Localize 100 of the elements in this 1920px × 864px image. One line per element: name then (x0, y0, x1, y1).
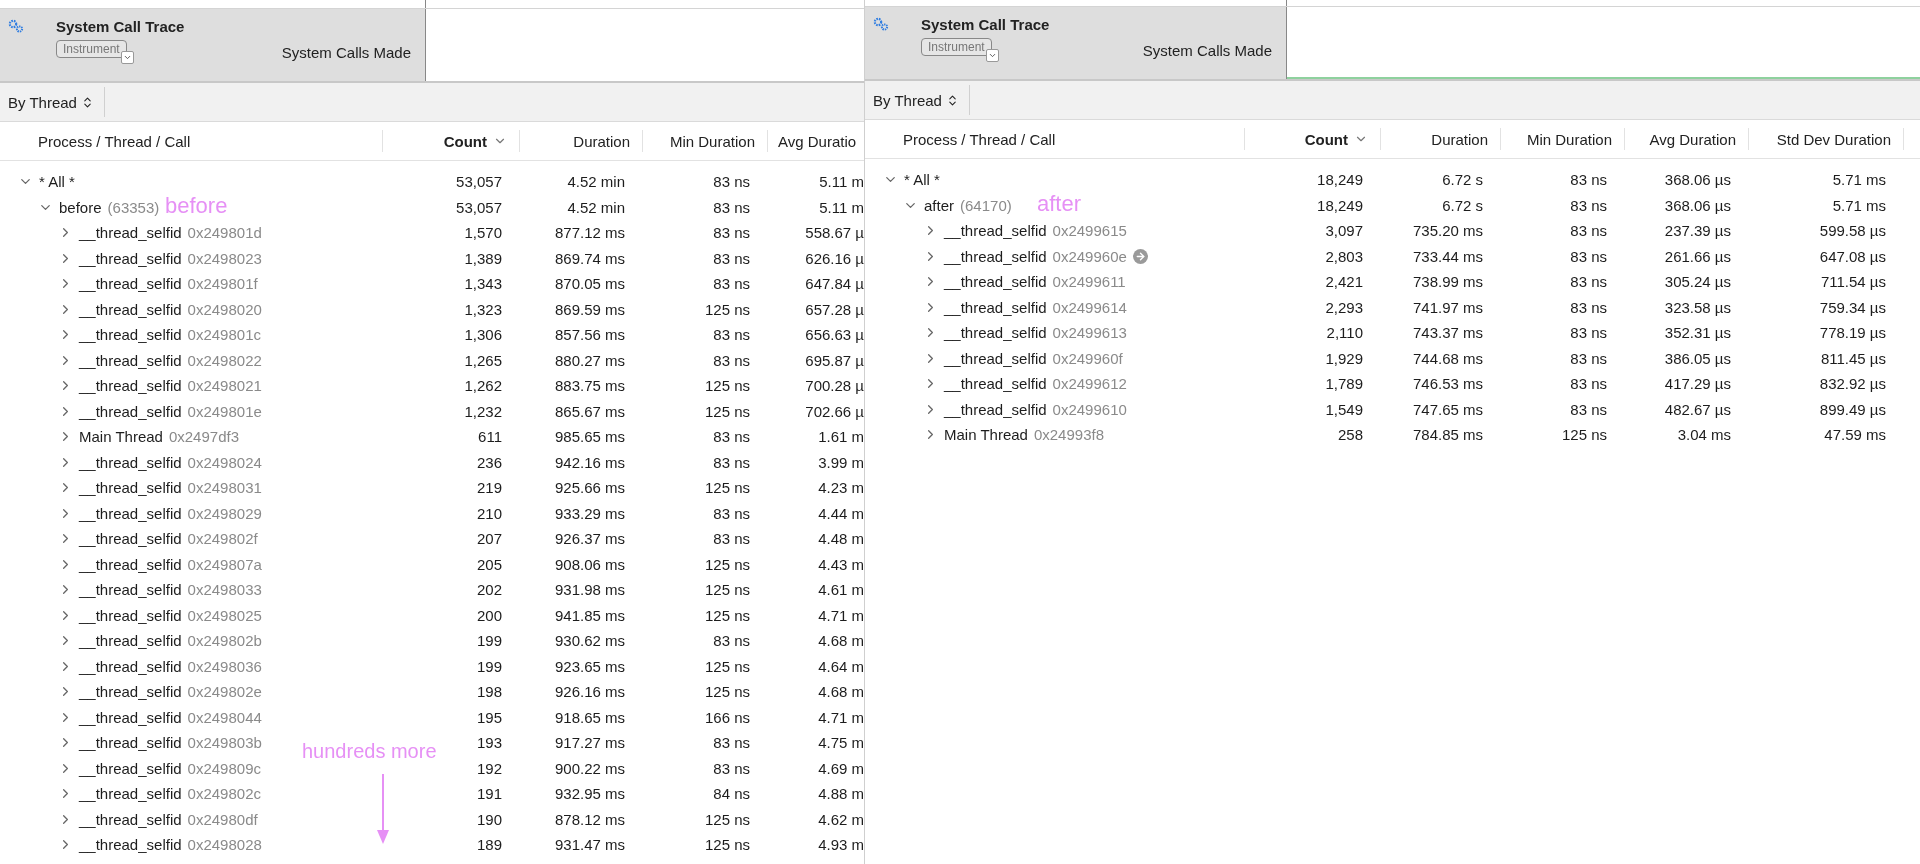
table-cell-text: 125 ns (703, 810, 751, 828)
tree-item-id: 0x2498028 (187, 836, 262, 854)
tree-item-id: 0x2498029 (187, 504, 262, 522)
caret-icon[interactable] (120, 51, 134, 64)
tree-item-name: __thread_selfid (79, 683, 182, 701)
table-cell-text: 125 ns (703, 402, 751, 420)
table-cell-text: 83 ns (712, 198, 751, 216)
table-cell-text: 941.85 ms (553, 606, 626, 624)
table-cell-text: 657.28 µ (804, 300, 864, 318)
instrument-button[interactable]: Instrument (56, 40, 127, 58)
table-cell-text: 735.20 ms (1411, 222, 1484, 240)
tree-item-id: 0x2498036 (187, 657, 262, 675)
grouping-selector[interactable]: By Thread (0, 87, 105, 117)
tree-item-name: __thread_selfid (79, 530, 182, 548)
tree-item-name: __thread_selfid (79, 275, 182, 293)
instrument-button[interactable]: Instrument (921, 38, 992, 56)
table-cell-text: 702.66 µ (804, 402, 864, 420)
tree-item-name: __thread_selfid (79, 810, 182, 828)
tree-item-id: 0x249802e (187, 683, 262, 701)
table-cell-text: 83 ns (712, 326, 751, 344)
table-cell-text: 883.75 ms (553, 377, 626, 395)
table-cell-text: 869.59 ms (553, 300, 626, 318)
column-header[interactable]: Duration (520, 130, 643, 152)
table-cell-text: 83 ns (712, 530, 751, 548)
tree-item-id: 0x249803b (187, 734, 262, 752)
caret-icon[interactable] (985, 49, 999, 62)
table-cell-text: 53,057 (455, 198, 503, 216)
tree-item-id: 0x2498033 (187, 581, 262, 599)
table-cell-text: 18,249 (1316, 171, 1364, 189)
column-header[interactable]: Count (1245, 128, 1381, 150)
table-cell-text: 4.52 min (566, 173, 626, 191)
table-cell-text: 626.16 µ (804, 249, 864, 267)
tree-item-id: 0x249801f (187, 275, 258, 293)
table-cell-text: 1,570 (463, 224, 503, 242)
table-cell-text: 193 (475, 734, 503, 752)
column-header[interactable]: Duration (1381, 128, 1501, 150)
table-cell-text: 4.68 m (817, 683, 864, 701)
table-cell-text: 738.99 ms (1411, 273, 1484, 291)
table-cell-text: 4.68 m (817, 632, 864, 650)
table-cell-text: 2,293 (1324, 298, 1364, 316)
tree-item-id: 0x249960e (1052, 247, 1127, 265)
tree-item-name: __thread_selfid (79, 453, 182, 471)
table-cell-text: 869.74 ms (553, 249, 626, 267)
table-cell-text: 878.12 ms (553, 810, 626, 828)
table-cell-text: 125 ns (703, 606, 751, 624)
tree-item-id: 0x2499611 (1052, 273, 1126, 291)
gears-icon (873, 17, 889, 31)
column-header[interactable]: Count (383, 130, 520, 152)
column-header[interactable]: Min Duration (643, 130, 768, 152)
table-cell-text: 125 ns (1560, 426, 1608, 444)
table-cell-text: 83 ns (1569, 222, 1608, 240)
column-header[interactable]: Avg Duratio (768, 130, 864, 152)
table-cell-text: 18,249 (1316, 196, 1364, 214)
table-cell-text: 5.11 m (818, 198, 864, 216)
table-cell-text: 199 (475, 657, 503, 675)
table-cell-text: 4.64 m (817, 657, 864, 675)
column-header[interactable]: Process / Thread / Call (865, 128, 1245, 150)
instrument-title: System Call Trace (56, 18, 185, 35)
table-cell-text: 1,549 (1324, 400, 1364, 418)
table-cell-text: 4.52 min (566, 198, 626, 216)
tree-item-name: __thread_selfid (79, 351, 182, 369)
table-cell-text: 4.43 m (817, 555, 864, 573)
table-cell-text: 5.71 ms (1831, 171, 1887, 189)
tree-item-name: __thread_selfid (79, 326, 182, 344)
table-cell-text: 832.92 µs (1818, 375, 1887, 393)
column-header[interactable]: Min Duration (1501, 128, 1625, 150)
table-cell-text: 880.27 ms (553, 351, 626, 369)
table-cell-text: 352.31 µs (1663, 324, 1732, 342)
table-cell-text: 125 ns (703, 479, 751, 497)
table-cell-text: 125 ns (703, 555, 751, 573)
grouping-selector[interactable]: By Thread (865, 85, 970, 115)
column-header[interactable]: Std Dev Duration (1749, 128, 1904, 150)
tree-item-id: 0x24993f8 (1033, 426, 1104, 444)
table-cell-text: 4.93 m (817, 836, 864, 854)
tree-item-name: __thread_selfid (79, 836, 182, 854)
tree-item-name: after (924, 196, 954, 214)
tree-item-id: 0x2499614 (1052, 298, 1127, 316)
tree-item-id: 0x2498021 (187, 377, 262, 395)
gears-icon (8, 19, 24, 33)
table-cell-text: 811.45 µs (1819, 349, 1887, 367)
table-cell-text: 83 ns (712, 632, 751, 650)
tree-item-name: __thread_selfid (79, 581, 182, 599)
table-cell-text: 926.16 ms (553, 683, 626, 701)
table-cell-text: 917.27 ms (553, 734, 626, 752)
table-cell-text: 746.53 ms (1411, 375, 1484, 393)
table-cell-text: 219 (475, 479, 503, 497)
tree-item-name: * All * (39, 173, 75, 191)
table-cell-text: 192 (475, 759, 503, 777)
table-cell-text: 932.95 ms (553, 785, 626, 803)
tree-item-name: __thread_selfid (944, 273, 1047, 291)
table-cell-text: 4.88 m (817, 785, 864, 803)
column-header[interactable]: Process / Thread / Call (0, 130, 383, 152)
table-cell-text: 4.23 m (817, 479, 864, 497)
tree-item-id: 0x2499615 (1052, 222, 1127, 240)
table-cell-text: 656.63 µ (804, 326, 864, 344)
tree-item-name: __thread_selfid (79, 224, 182, 242)
tree-item-id: 0x2498024 (187, 453, 262, 471)
table-cell-text: 778.19 µs (1818, 324, 1887, 342)
column-header[interactable]: Avg Duration (1625, 128, 1749, 150)
table-cell-text: 558.67 µ (804, 224, 864, 242)
